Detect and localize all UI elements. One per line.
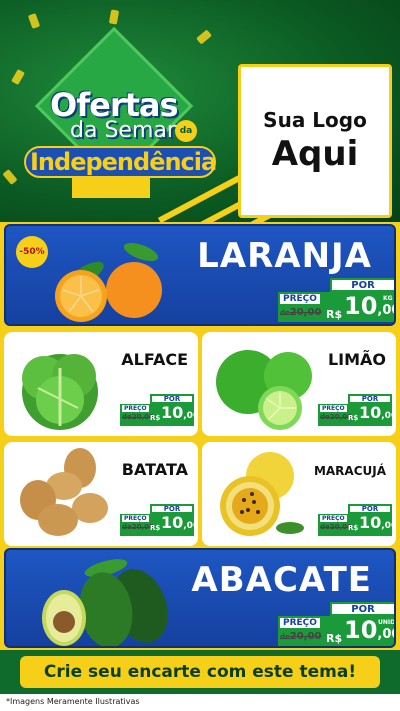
preco-label: PREÇO <box>280 294 320 304</box>
preco-label: PREÇO <box>320 405 347 412</box>
price-tag-batata: POR PREÇO de20,00 R$ 10,00 <box>120 504 198 536</box>
orange-image <box>55 242 162 322</box>
price-tag-limao: POR PREÇO de20,00 R$ 10,00 <box>318 394 396 426</box>
price-tag-laranja: POR PREÇO de20,00 R$ 10,00 KG <box>278 278 394 322</box>
product-name-maracuja: MARACUJÁ <box>313 464 386 478</box>
header-banner: Ofertas da Semana da Independência Sua L… <box>0 0 400 222</box>
preco-label: PREÇO <box>122 405 149 412</box>
confetti <box>11 68 25 86</box>
logo-placeholder: Sua Logo Aqui <box>238 64 392 218</box>
product-name-limao: LIMÃO <box>327 350 386 369</box>
product-card-laranja: -50% LARANJA POR PREÇO de20,00 R$ 10,00 … <box>4 224 396 326</box>
potato-image <box>20 448 108 536</box>
product-name-alface: ALFACE <box>121 350 188 369</box>
product-name-abacate: ABACATE <box>191 560 372 600</box>
passionfruit-image <box>220 452 304 536</box>
por-label: POR <box>330 602 394 616</box>
por-label: POR <box>330 278 394 292</box>
price-unit: UNID <box>378 619 396 626</box>
preco-label: PREÇO <box>320 515 347 522</box>
product-card-alface: ALFACE POR PREÇO de20,00 R$ 10,00 <box>4 332 198 436</box>
price-value: 10,00 <box>161 513 198 532</box>
product-card-abacate: ABACATE POR PREÇO de20,00 R$ 10,00 UNID <box>4 548 396 648</box>
old-price: de20,00 <box>280 307 322 318</box>
currency: R$ <box>348 414 359 422</box>
preco-label: PREÇO <box>280 618 320 628</box>
currency: R$ <box>326 308 343 321</box>
footnote: *Imagens Meramente Ilustrativas <box>6 697 140 706</box>
price-unit: KG <box>383 295 393 302</box>
title-de-badge: da <box>175 120 197 142</box>
logo-text-line1: Sua Logo <box>263 108 367 132</box>
cta-banner[interactable]: Crie seu encarte com este tema! <box>20 656 380 688</box>
avocado-image <box>42 559 168 646</box>
currency: R$ <box>326 632 343 645</box>
lettuce-image <box>22 354 98 430</box>
price-tag-alface: POR PREÇO de20,00 R$ 10,00 <box>120 394 198 426</box>
product-card-batata: BATATA POR PREÇO de20,00 R$ 10,00 <box>4 442 198 546</box>
product-name-batata: BATATA <box>121 460 188 479</box>
price-tag-abacate: POR PREÇO de20,00 R$ 10,00 UNID <box>278 602 396 646</box>
logo-text-line2: Aqui <box>271 134 359 174</box>
product-card-maracuja: MARACUJÁ POR PREÇO de20,00 R$ 10,00 <box>202 442 396 546</box>
product-name-laranja: LARANJA <box>197 236 372 276</box>
offers-panel: -50% LARANJA POR PREÇO de20,00 R$ 10,00 … <box>0 222 400 650</box>
confetti <box>108 9 120 25</box>
price-value: 10,00 <box>161 403 198 422</box>
price-tag-maracuja: POR PREÇO de20,00 R$ 10,00 <box>318 504 396 536</box>
preco-label: PREÇO <box>122 515 149 522</box>
currency: R$ <box>150 524 161 532</box>
currency: R$ <box>348 524 359 532</box>
discount-badge: -50% <box>16 236 48 268</box>
lime-image <box>216 350 312 430</box>
currency: R$ <box>150 414 161 422</box>
title-independencia: Independência <box>30 148 217 176</box>
confetti <box>2 169 18 185</box>
price-value: 10,00 <box>359 513 396 532</box>
product-card-limao: LIMÃO POR PREÇO de20,00 R$ 10,00 <box>202 332 396 436</box>
price-value: 10,00 <box>359 403 396 422</box>
confetti <box>27 13 41 29</box>
confetti <box>196 29 212 45</box>
old-price: de20,00 <box>280 631 322 642</box>
